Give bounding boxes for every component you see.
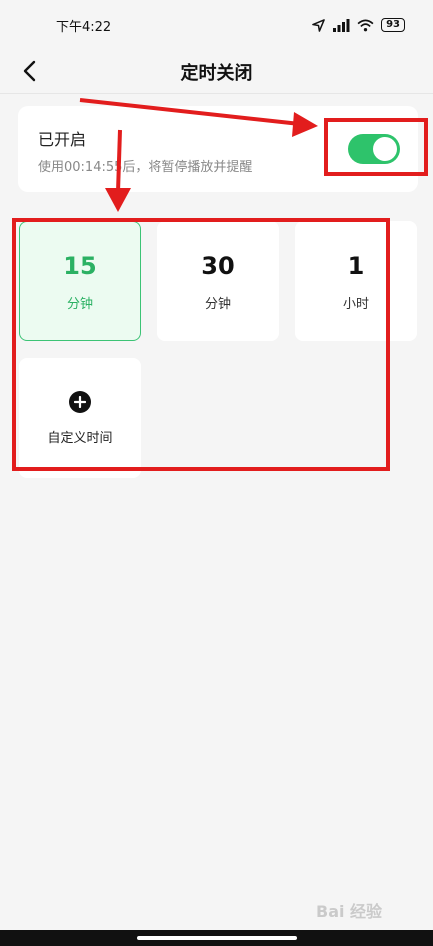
home-bar[interactable] — [137, 936, 297, 940]
page-title: 定时关闭 — [180, 62, 253, 84]
chevron-left-icon — [23, 60, 36, 82]
home-indicator-bar — [0, 930, 433, 946]
timer-status-title: 已开启 — [38, 130, 87, 149]
annotation-box-options — [12, 218, 390, 471]
status-time: 下午4:22 — [56, 19, 112, 35]
timer-description: 使用00:14:55后，将暂停播放并提醒 — [38, 160, 253, 175]
annotation-box-switch — [324, 118, 428, 176]
status-icons: 93 — [312, 18, 405, 32]
back-button[interactable] — [14, 56, 44, 86]
battery-indicator: 93 — [381, 18, 405, 32]
signal-icon — [333, 18, 350, 32]
status-bar: 下午4:22 93 — [0, 0, 433, 50]
watermark: Bai 经验 — [316, 902, 383, 921]
header: 定时关闭 — [0, 50, 433, 94]
wifi-icon — [357, 19, 374, 31]
location-icon — [312, 18, 325, 32]
